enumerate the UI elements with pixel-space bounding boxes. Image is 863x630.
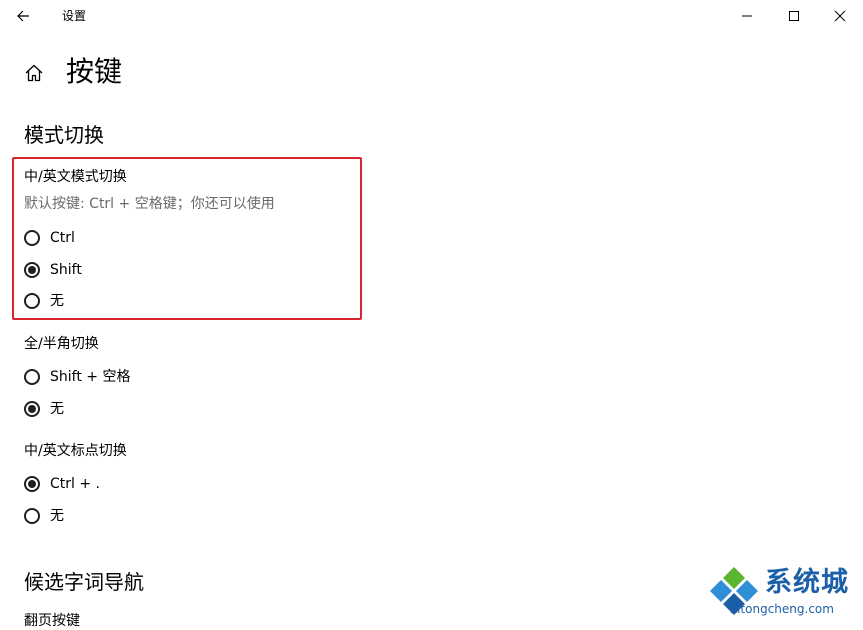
maximize-icon [789, 11, 799, 21]
radio-label: 无 [50, 401, 64, 417]
close-icon [834, 10, 846, 22]
section-title-candidate: 候选字词导航 [24, 570, 144, 594]
back-button[interactable] [0, 0, 46, 32]
radio-option-shift[interactable]: Shift [24, 260, 82, 280]
radio-option-none[interactable]: 无 [24, 506, 64, 526]
radio-button-checked[interactable] [24, 401, 40, 417]
radio-label: Shift [50, 262, 82, 278]
radio-option-ctrl-period[interactable]: Ctrl + . [24, 474, 100, 494]
title-bar: 设置 [0, 0, 863, 32]
radio-option-none[interactable]: 无 [24, 399, 64, 419]
minimize-icon [742, 15, 752, 17]
watermark-name: 系统城 [765, 567, 849, 598]
radio-button-checked[interactable] [24, 262, 40, 278]
group-title-cn-en-mode: 中/英文模式切换 [24, 169, 127, 185]
home-icon [25, 64, 43, 82]
home-button[interactable] [22, 61, 46, 85]
radio-option-shift-space[interactable]: Shift + 空格 [24, 367, 130, 387]
radio-button[interactable] [24, 369, 40, 385]
watermark-url: xitongcheng.com [730, 602, 834, 616]
radio-button[interactable] [24, 230, 40, 246]
radio-label: 无 [50, 508, 64, 524]
watermark: 系统城 xitongcheng.com [708, 566, 863, 620]
group-hint-cn-en-mode: 默认按键: Ctrl + 空格键；你还可以使用 [24, 196, 275, 212]
close-button[interactable] [817, 0, 863, 32]
radio-button[interactable] [24, 508, 40, 524]
group-title-full-half-width: 全/半角切换 [24, 336, 99, 352]
radio-label: Ctrl + . [50, 476, 100, 492]
radio-button-checked[interactable] [24, 476, 40, 492]
radio-label: Ctrl [50, 230, 75, 246]
maximize-button[interactable] [771, 0, 817, 32]
group-title-punctuation: 中/英文标点切换 [24, 443, 127, 459]
section-title-mode: 模式切换 [24, 123, 104, 147]
radio-option-ctrl[interactable]: Ctrl [24, 228, 75, 248]
back-arrow-icon [17, 10, 29, 22]
minimize-button[interactable] [724, 0, 770, 32]
group-title-page-keys: 翻页按键 [24, 613, 80, 629]
radio-label: 无 [50, 293, 64, 309]
radio-label: Shift + 空格 [50, 369, 131, 385]
radio-option-none[interactable]: 无 [24, 291, 64, 311]
radio-button[interactable] [24, 293, 40, 309]
page-title: 按键 [66, 55, 123, 88]
app-title: 设置 [62, 9, 87, 23]
